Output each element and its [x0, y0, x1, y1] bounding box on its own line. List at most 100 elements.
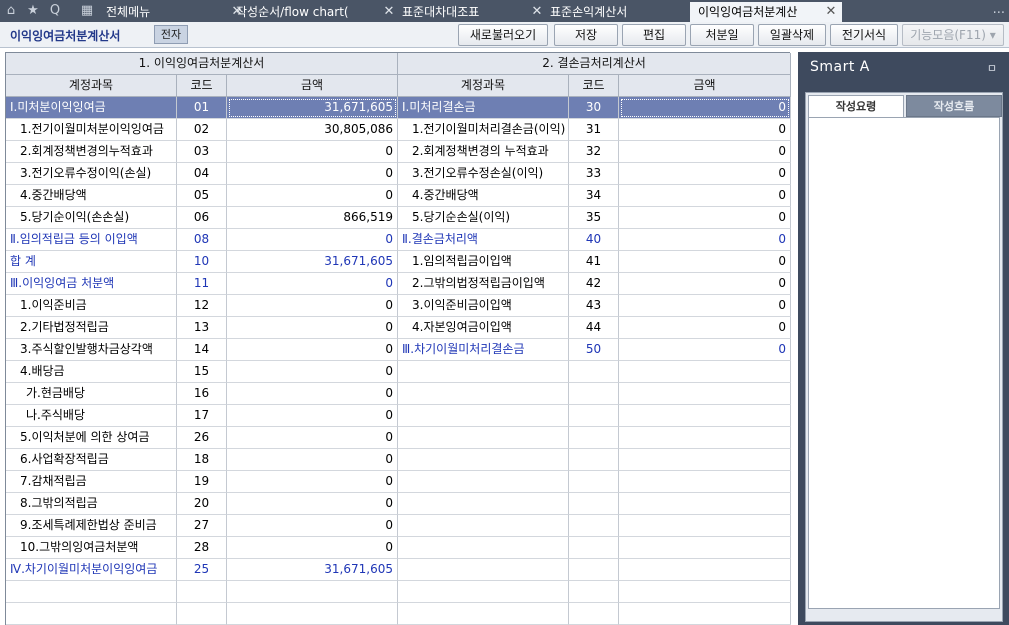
left-account-cell[interactable]: 3.전기오류수정이익(손실)	[6, 163, 177, 185]
left-account-cell[interactable]: 가.현금배당	[6, 383, 177, 405]
right-account-cell[interactable]: 3.전기오류수정손실(이익)	[398, 163, 569, 185]
right-account-cell[interactable]: 3.이익준비금이입액	[398, 295, 569, 317]
tab-retained-earnings[interactable]: 이익잉여금처분계산 ✕	[690, 2, 842, 22]
tab-writing-guide[interactable]: 작성요령	[808, 95, 904, 117]
right-account-cell[interactable]: Ⅰ.미처리결손금	[398, 97, 569, 119]
close-icon[interactable]: ✕	[382, 2, 396, 22]
home-icon[interactable]: ⌂	[0, 0, 22, 22]
left-account-cell[interactable]: Ⅱ.임의적립금 등의 이입액	[6, 229, 177, 251]
right-account-cell[interactable]: 2.그밖의법정적립금이입액	[398, 273, 569, 295]
left-amount-cell[interactable]: 0	[227, 317, 398, 339]
right-amount-cell[interactable]: 0	[619, 119, 791, 141]
save-button[interactable]: 저장	[554, 24, 618, 46]
right-amount-cell[interactable]: 0	[619, 229, 791, 251]
calendar-icon[interactable]: ▦	[76, 0, 98, 22]
right-account-cell[interactable]: 4.자본잉여금이입액	[398, 317, 569, 339]
left-amount-cell[interactable]: 0	[227, 537, 398, 559]
left-amount-cell[interactable]: 30,805,086	[227, 119, 398, 141]
left-account-cell[interactable]: Ⅳ.차기이월미처분이익잉여금	[6, 559, 177, 581]
right-amount-cell[interactable]: 0	[619, 295, 791, 317]
left-account-cell[interactable]: 7.감채적립금	[6, 471, 177, 493]
right-amount-cell[interactable]: 0	[619, 339, 791, 361]
left-amount-cell[interactable]: 31,671,605	[227, 97, 398, 119]
left-account-cell[interactable]: 8.그밖의적립금	[6, 493, 177, 515]
left-amount-cell[interactable]: 0	[227, 295, 398, 317]
right-amount-cell	[619, 383, 791, 405]
left-amount-cell[interactable]: 0	[227, 229, 398, 251]
left-amount-cell[interactable]: 0	[227, 493, 398, 515]
close-icon[interactable]: ✕	[230, 2, 244, 22]
right-section-title: 2. 결손금처리계산서	[398, 53, 791, 75]
left-amount-cell[interactable]: 0	[227, 339, 398, 361]
tab-balance-sheet[interactable]: 표준대차대조표 ✕	[380, 2, 538, 22]
right-account-cell[interactable]: 5.당기순손실(이익)	[398, 207, 569, 229]
right-amount-cell[interactable]: 0	[619, 163, 791, 185]
left-account-cell[interactable]: 2.회계정책변경의누적효과	[6, 141, 177, 163]
disposal-date-button[interactable]: 처분일	[690, 24, 754, 46]
left-amount-cell[interactable]: 31,671,605	[227, 251, 398, 273]
star-icon[interactable]: ★	[22, 0, 44, 22]
left-amount-cell[interactable]: 0	[227, 163, 398, 185]
left-account-cell[interactable]: 4.중간배당액	[6, 185, 177, 207]
right-account-cell[interactable]: Ⅱ.결손금처리액	[398, 229, 569, 251]
tab-all-menu[interactable]: 전체메뉴	[98, 2, 220, 22]
left-amount-cell[interactable]: 0	[227, 185, 398, 207]
pin-icon[interactable]: ㅁ	[987, 60, 997, 76]
left-account-cell[interactable]: 1.이익준비금	[6, 295, 177, 317]
left-account-cell[interactable]: 10.그밖의잉여금처분액	[6, 537, 177, 559]
left-account-cell[interactable]: 3.주식할인발행차금상각액	[6, 339, 177, 361]
left-account-cell[interactable]: Ⅰ.미처분이익잉여금	[6, 97, 177, 119]
left-code-cell: 05	[177, 185, 227, 207]
bulk-delete-button[interactable]: 일괄삭제	[758, 24, 826, 46]
left-account-cell[interactable]: 4.배당금	[6, 361, 177, 383]
more-icon[interactable]: ...	[993, 0, 1005, 22]
close-icon[interactable]: ✕	[824, 2, 838, 22]
right-account-cell[interactable]: 1.전기이월미처리결손금(이익)	[398, 119, 569, 141]
left-amount-cell[interactable]: 0	[227, 427, 398, 449]
left-account-cell[interactable]: 5.당기순이익(손손실)	[6, 207, 177, 229]
close-icon[interactable]: ✕	[530, 2, 544, 22]
left-amount-cell[interactable]: 0	[227, 361, 398, 383]
left-account-cell[interactable]: 9.조세특례제한법상 준비금	[6, 515, 177, 537]
right-amount-cell[interactable]: 0	[619, 97, 791, 119]
left-amount-cell[interactable]: 866,519	[227, 207, 398, 229]
left-amount-cell[interactable]: 31,671,605	[227, 559, 398, 581]
tab-income-statement[interactable]: 표준손익계산서 ✕	[528, 2, 688, 22]
left-amount-cell[interactable]: 0	[227, 141, 398, 163]
left-account-cell[interactable]: 1.전기이월미처분이익잉여금	[6, 119, 177, 141]
right-amount-cell[interactable]: 0	[619, 273, 791, 295]
left-amount-cell[interactable]: 0	[227, 515, 398, 537]
left-amount-cell[interactable]: 0	[227, 383, 398, 405]
right-account-cell[interactable]: Ⅲ.차기이월미처리결손금	[398, 339, 569, 361]
left-amount-cell[interactable]: 0	[227, 471, 398, 493]
search-icon[interactable]: Q	[44, 0, 66, 22]
right-code-cell	[569, 559, 619, 581]
left-account-cell[interactable]: 6.사업확장적립금	[6, 449, 177, 471]
right-amount-cell[interactable]: 0	[619, 317, 791, 339]
right-amount-cell[interactable]: 0	[619, 141, 791, 163]
right-account-cell[interactable]: 2.회계정책변경의 누적효과	[398, 141, 569, 163]
left-account-cell[interactable]: 5.이익처분에 의한 상여금	[6, 427, 177, 449]
left-account-cell[interactable]: Ⅲ.이익잉여금 처분액	[6, 273, 177, 295]
left-amount-cell[interactable]: 0	[227, 449, 398, 471]
right-amount-cell	[619, 581, 791, 603]
left-amount-cell[interactable]: 0	[227, 405, 398, 427]
left-amount-cell[interactable]: 0	[227, 273, 398, 295]
left-account-cell[interactable]: 2.기타법정적립금	[6, 317, 177, 339]
tab-flow-chart[interactable]: 작성순서/flow chart( ✕	[228, 2, 382, 22]
left-account-cell[interactable]: 합 계	[6, 251, 177, 273]
prior-format-button[interactable]: 전기서식	[830, 24, 898, 46]
right-code-cell	[569, 471, 619, 493]
reload-button[interactable]: 새로불러오기	[458, 24, 548, 46]
right-amount-cell[interactable]: 0	[619, 207, 791, 229]
electronic-tag-button[interactable]: 전자	[154, 25, 188, 44]
right-account-cell[interactable]: 4.중간배당액	[398, 185, 569, 207]
right-amount-cell[interactable]: 0	[619, 251, 791, 273]
toolbar: 이익잉여금처분계산서 전자 새로불러오기 저장 편집 처분일 일괄삭제 전기서식…	[0, 22, 1009, 48]
tab-writing-flow[interactable]: 작성흐름	[906, 95, 1002, 117]
right-account-cell[interactable]: 1.임의적립금이입액	[398, 251, 569, 273]
right-amount-cell[interactable]: 0	[619, 185, 791, 207]
left-amount-cell	[227, 603, 398, 625]
edit-button[interactable]: 편집	[622, 24, 686, 46]
left-account-cell[interactable]: 나.주식배당	[6, 405, 177, 427]
